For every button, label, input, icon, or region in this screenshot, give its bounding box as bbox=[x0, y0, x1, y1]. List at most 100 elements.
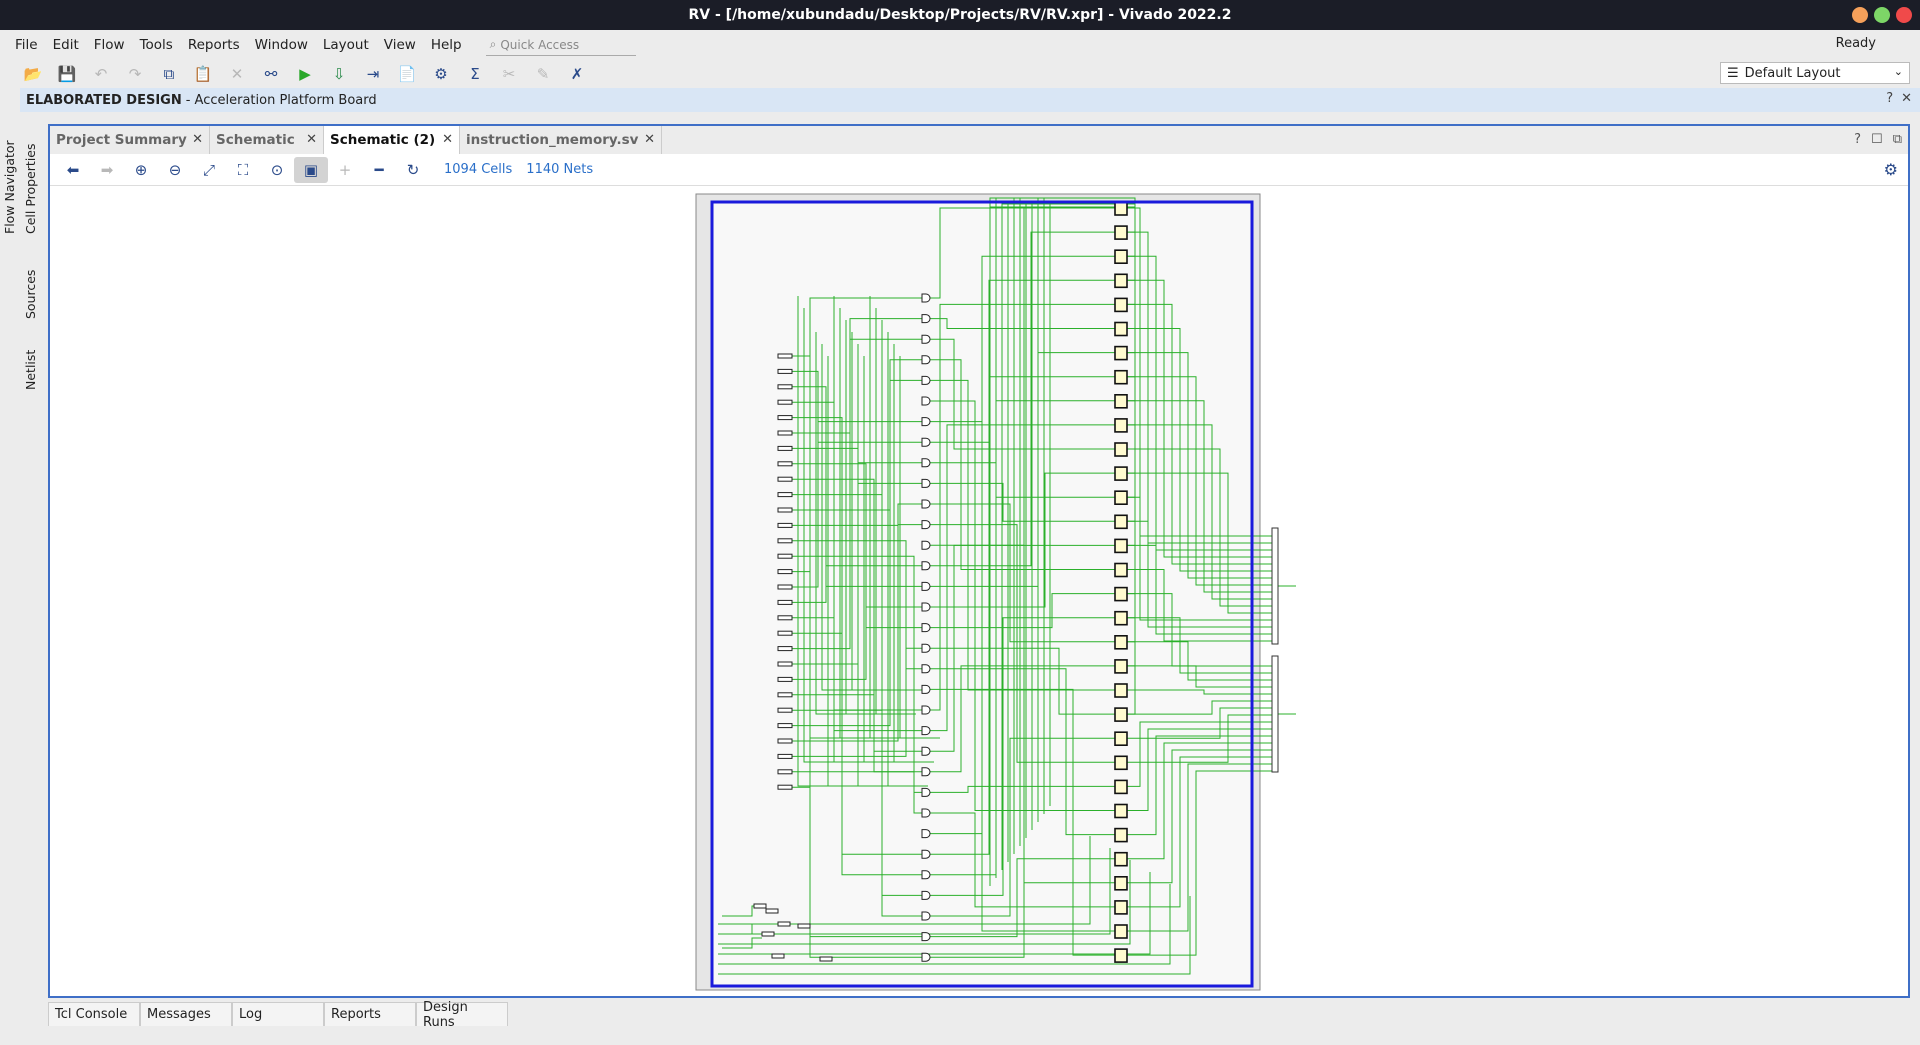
input-cell[interactable] bbox=[777, 492, 793, 498]
register-cell[interactable] bbox=[1114, 803, 1128, 819]
logic-gate[interactable] bbox=[921, 932, 931, 942]
input-cell[interactable] bbox=[777, 553, 793, 559]
input-cell[interactable] bbox=[777, 738, 793, 744]
register-cell[interactable] bbox=[1114, 634, 1128, 650]
logic-gate[interactable] bbox=[921, 726, 931, 736]
input-cell[interactable] bbox=[777, 599, 793, 605]
register-cell[interactable] bbox=[1114, 610, 1128, 626]
export-icon[interactable]: ⇥ bbox=[356, 61, 390, 87]
register-cell[interactable] bbox=[1114, 321, 1128, 337]
logic-gate[interactable] bbox=[921, 540, 931, 550]
side-tab-sources[interactable]: Sources bbox=[23, 270, 38, 319]
input-cell[interactable] bbox=[777, 476, 793, 482]
register-cell[interactable] bbox=[1114, 201, 1128, 216]
run-icon[interactable]: ▶ bbox=[288, 61, 322, 87]
side-tab-netlist[interactable]: Netlist bbox=[23, 350, 38, 390]
logic-gate[interactable] bbox=[921, 602, 931, 612]
logic-gate[interactable] bbox=[921, 417, 931, 427]
logic-gate[interactable] bbox=[921, 746, 931, 756]
logic-gate[interactable] bbox=[921, 705, 931, 715]
logic-gate[interactable] bbox=[921, 767, 931, 777]
register-cell[interactable] bbox=[1114, 442, 1128, 457]
input-cell[interactable] bbox=[777, 646, 793, 652]
register-cell[interactable] bbox=[1114, 731, 1128, 747]
close-tab-icon[interactable]: ✕ bbox=[192, 132, 203, 147]
logic-gate[interactable] bbox=[921, 437, 931, 447]
copy-icon[interactable]: ⧉ bbox=[152, 61, 186, 87]
input-cell[interactable] bbox=[777, 538, 793, 544]
input-cell[interactable] bbox=[777, 415, 793, 421]
maximize-panel-icon[interactable]: ☐ bbox=[1871, 132, 1883, 147]
refresh-icon[interactable]: ↻ bbox=[396, 157, 430, 183]
control-cell[interactable] bbox=[771, 953, 785, 959]
register-cell[interactable] bbox=[1114, 249, 1128, 264]
output-bus-a[interactable] bbox=[1271, 527, 1279, 645]
close-tab-icon[interactable]: ✕ bbox=[306, 132, 317, 147]
input-cell[interactable] bbox=[777, 615, 793, 621]
close-icon[interactable]: ✕ bbox=[1901, 91, 1912, 106]
collapse-icon[interactable]: ━ bbox=[362, 157, 396, 183]
side-tab-cell-properties[interactable]: Cell Properties bbox=[23, 143, 38, 234]
logic-gate[interactable] bbox=[921, 478, 931, 488]
gear-icon[interactable]: ⚙ bbox=[1884, 160, 1898, 179]
register-cell[interactable] bbox=[1114, 225, 1128, 240]
input-cell[interactable] bbox=[777, 707, 793, 713]
logic-gate[interactable] bbox=[921, 849, 931, 859]
zoom-out-icon[interactable]: ⊖ bbox=[158, 157, 192, 183]
control-cell[interactable] bbox=[761, 931, 775, 937]
menu-view[interactable]: View bbox=[381, 37, 428, 53]
logic-gate[interactable] bbox=[921, 458, 931, 468]
float-panel-icon[interactable]: ⧉ bbox=[1893, 132, 1902, 147]
zoom-fit-icon[interactable]: ⤢ bbox=[192, 157, 226, 183]
logic-gate[interactable] bbox=[921, 952, 931, 962]
settings-icon[interactable]: ⚙ bbox=[424, 61, 458, 87]
input-cell[interactable] bbox=[777, 723, 793, 729]
open-project-icon[interactable]: 📂 bbox=[16, 61, 50, 87]
register-cell[interactable] bbox=[1114, 827, 1128, 843]
logic-gate[interactable] bbox=[921, 787, 931, 797]
menu-reports[interactable]: Reports bbox=[185, 37, 252, 53]
input-cell[interactable] bbox=[777, 399, 793, 405]
input-cell[interactable] bbox=[777, 569, 793, 575]
sigma-icon[interactable]: Σ bbox=[458, 61, 492, 87]
register-cell[interactable] bbox=[1114, 948, 1128, 963]
logic-gate[interactable] bbox=[921, 334, 931, 344]
disabled-edit-icon[interactable]: ✎ bbox=[526, 61, 560, 87]
schematic-drawing[interactable] bbox=[50, 186, 1908, 996]
register-cell[interactable] bbox=[1114, 851, 1128, 867]
logic-gate[interactable] bbox=[921, 890, 931, 900]
register-cell[interactable] bbox=[1114, 297, 1128, 313]
menu-window[interactable]: Window bbox=[252, 37, 320, 53]
register-cell[interactable] bbox=[1114, 586, 1128, 602]
input-cell[interactable] bbox=[777, 445, 793, 451]
register-cell[interactable] bbox=[1114, 562, 1128, 578]
logic-gate[interactable] bbox=[921, 870, 931, 880]
logic-gate[interactable] bbox=[921, 314, 931, 324]
register-cell[interactable] bbox=[1114, 659, 1128, 674]
input-cell[interactable] bbox=[777, 753, 793, 759]
input-cell[interactable] bbox=[777, 507, 793, 513]
output-bus-b[interactable] bbox=[1271, 655, 1279, 773]
register-cell[interactable] bbox=[1114, 394, 1128, 409]
save-icon[interactable]: 💾 bbox=[50, 61, 84, 87]
logic-gate[interactable] bbox=[921, 561, 931, 571]
logic-gate[interactable] bbox=[921, 581, 931, 591]
input-cell[interactable] bbox=[777, 384, 793, 390]
cell-view-icon[interactable]: ▣ bbox=[294, 156, 328, 183]
register-cell[interactable] bbox=[1114, 779, 1128, 795]
input-cell[interactable] bbox=[777, 661, 793, 667]
input-cell[interactable] bbox=[777, 676, 793, 682]
crosshair-icon[interactable]: ⊙ bbox=[260, 157, 294, 183]
logic-gate[interactable] bbox=[921, 375, 931, 385]
input-cell[interactable] bbox=[777, 630, 793, 636]
tab-reports[interactable]: Reports bbox=[324, 1002, 416, 1026]
register-cell[interactable] bbox=[1114, 466, 1128, 481]
schematic-canvas[interactable] bbox=[50, 186, 1908, 996]
program-icon[interactable]: ⇩ bbox=[322, 61, 356, 87]
input-cell[interactable] bbox=[777, 353, 793, 359]
paste-icon[interactable]: 📋 bbox=[186, 61, 220, 87]
net-count[interactable]: 1140 Nets bbox=[526, 162, 593, 177]
menu-layout[interactable]: Layout bbox=[320, 37, 381, 53]
register-cell[interactable] bbox=[1114, 273, 1128, 289]
close-icon[interactable] bbox=[1896, 7, 1912, 23]
